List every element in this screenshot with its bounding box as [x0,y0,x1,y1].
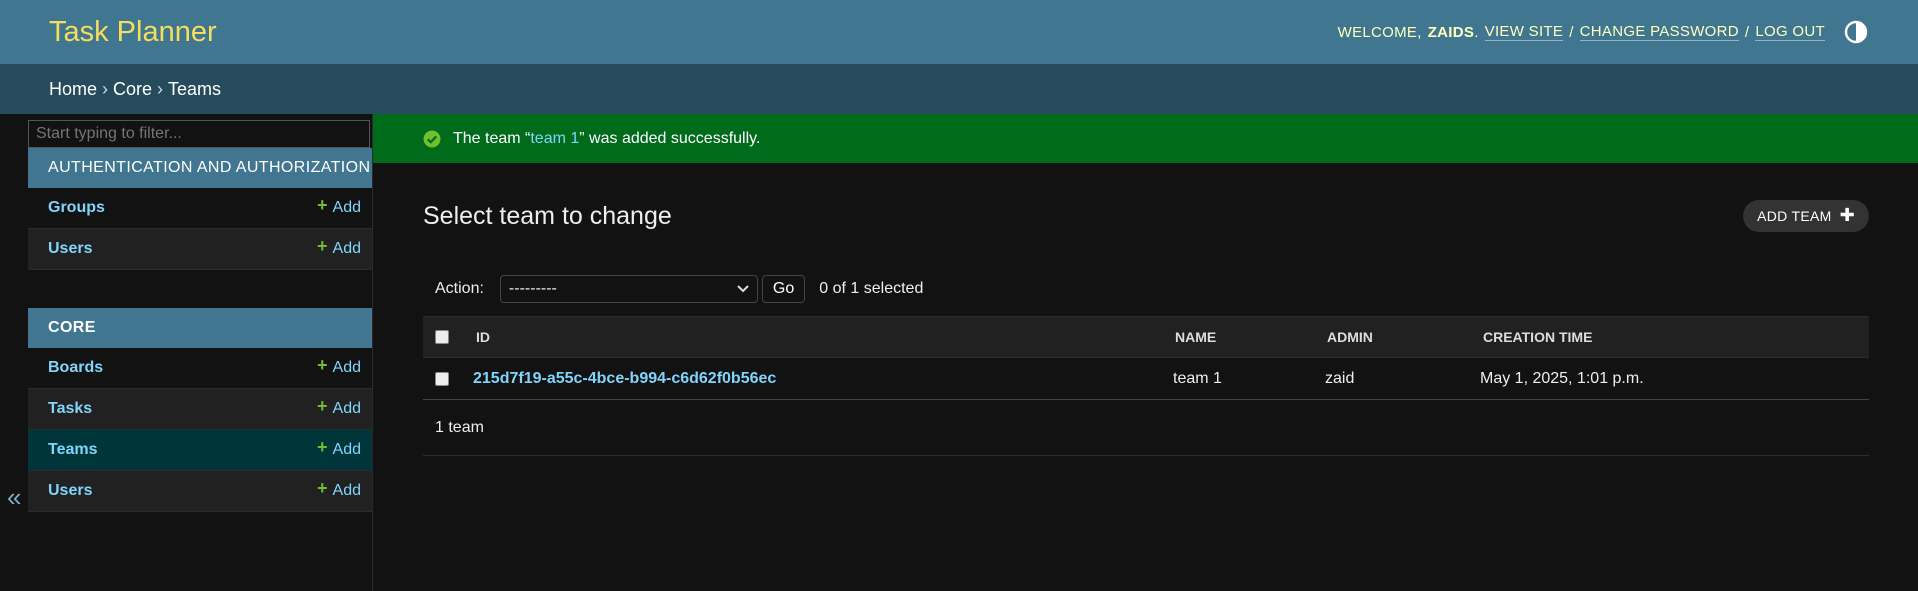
plus-icon: + [317,436,328,457]
separator: / [1569,23,1574,41]
action-select-value: --------- [508,280,557,297]
sidebar-item-label[interactable]: Tasks [48,400,92,418]
selection-count: 0 of 1 selected [819,280,924,297]
breadcrumb-separator: › [102,78,109,99]
go-button[interactable]: Go [761,275,806,303]
team-id-link[interactable]: 215d7f19-a55c-4bce-b994-c6d62f0b56ec [473,370,776,388]
site-header: Task Planner WELCOME, ZAIDS. VIEW SITE /… [0,0,1918,64]
add-label[interactable]: Add [333,400,361,418]
sidebar-item-label[interactable]: Groups [48,199,105,217]
sidebar-item-label[interactable]: Teams [48,441,98,459]
add-groups-link[interactable]: + Add [317,194,361,219]
check-circle-icon [423,130,441,148]
message-text-before: The team “ [453,129,531,147]
add-label[interactable]: Add [333,240,361,258]
collapse-sidebar-icon[interactable]: « [7,482,21,513]
user-tools: WELCOME, ZAIDS. VIEW SITE / CHANGE PASSW… [1338,19,1869,45]
breadcrumb-core[interactable]: Core [113,79,152,100]
change-password-link[interactable]: CHANGE PASSWORD [1579,23,1739,41]
table-row: 215d7f19-a55c-4bce-b994-c6d62f0b56ec tea… [423,357,1869,400]
table-header: ID NAME ADMIN CREATION TIME [423,316,1869,357]
team-admin-cell: zaid [1325,369,1355,387]
main-area: « AUTHENTICATION AND AUTHORIZATION Group… [0,114,1918,591]
add-label[interactable]: Add [333,199,361,217]
add-teams-link[interactable]: + Add [317,436,361,461]
view-site-link[interactable]: VIEW SITE [1484,23,1564,41]
chevron-down-icon [737,280,749,298]
plus-icon: + [317,477,328,498]
sidebar-item-users[interactable]: Users + Add [28,229,372,270]
add-boards-link[interactable]: + Add [317,354,361,379]
module-caption-core[interactable]: CORE [28,308,372,348]
sidebar-item-tasks[interactable]: Tasks + Add [28,389,372,430]
breadcrumb-current: Teams [168,78,222,99]
sidebar-item-boards[interactable]: Boards + Add [28,348,372,389]
plus-icon: + [317,395,328,416]
content: The team “team 1” was added successfully… [373,114,1918,591]
sidebar-item-core-users[interactable]: Users + Add [28,471,372,512]
team-name-cell: team 1 [1173,369,1222,387]
success-message: The team “team 1” was added successfully… [373,114,1918,163]
action-label: Action: [435,280,484,297]
username: ZAIDS [1427,23,1475,41]
add-users-link[interactable]: + Add [317,235,361,260]
sidebar-item-teams[interactable]: Teams + Add [28,430,372,471]
add-team-label[interactable]: ADD TEAM [1757,208,1832,224]
paginator: 1 team [423,400,1869,456]
add-team-button[interactable]: ADD TEAM ✚ [1743,200,1869,232]
plus-icon: ✚ [1839,204,1855,225]
page-title: Select team to change [423,202,672,230]
add-label[interactable]: Add [333,441,361,459]
breadcrumb-home[interactable]: Home [49,79,97,100]
message-text-after: ” was added successfully. [579,129,761,147]
add-label[interactable]: Add [333,482,361,500]
select-all-checkbox[interactable] [435,330,449,344]
separator: / [1744,23,1750,41]
module-caption-auth[interactable]: AUTHENTICATION AND AUTHORIZATION [28,148,372,188]
results-table: ID NAME ADMIN CREATION TIME 215d7f19-a55… [423,316,1869,456]
nav-filter-input[interactable] [28,120,370,148]
theme-toggle-icon[interactable] [1843,19,1869,45]
action-select[interactable]: --------- [499,275,758,303]
plus-icon: + [317,354,328,375]
plus-icon: + [317,235,328,256]
column-header-name[interactable]: NAME [1175,329,1216,345]
column-header-id[interactable]: ID [476,329,490,345]
sidebar: AUTHENTICATION AND AUTHORIZATION Groups … [28,114,373,591]
actions-bar: Action: --------- Go 0 of 1 selected [423,274,1869,304]
sidebar-item-label[interactable]: Users [48,482,92,500]
add-label[interactable]: Add [333,359,361,377]
sidebar-toggle-column: « [0,114,28,591]
welcome-text: WELCOME, [1337,23,1422,41]
message-team-link[interactable]: team 1 [530,130,579,148]
site-title[interactable]: Task Planner [49,16,217,49]
team-creation-time-cell: May 1, 2025, 1:01 p.m. [1480,369,1644,387]
sidebar-item-label[interactable]: Boards [48,359,103,377]
add-core-users-link[interactable]: + Add [317,477,361,502]
column-header-admin[interactable]: ADMIN [1327,329,1373,345]
plus-icon: + [317,194,328,215]
sidebar-item-groups[interactable]: Groups + Add [28,188,372,229]
add-tasks-link[interactable]: + Add [317,395,361,420]
sidebar-item-label[interactable]: Users [48,240,92,258]
breadcrumb-separator: › [157,78,164,99]
column-header-creation-time[interactable]: CREATION TIME [1483,329,1592,345]
row-checkbox[interactable] [435,371,449,386]
breadcrumb: Home › Core › Teams [0,64,1918,114]
log-out-link[interactable]: LOG OUT [1755,23,1825,41]
